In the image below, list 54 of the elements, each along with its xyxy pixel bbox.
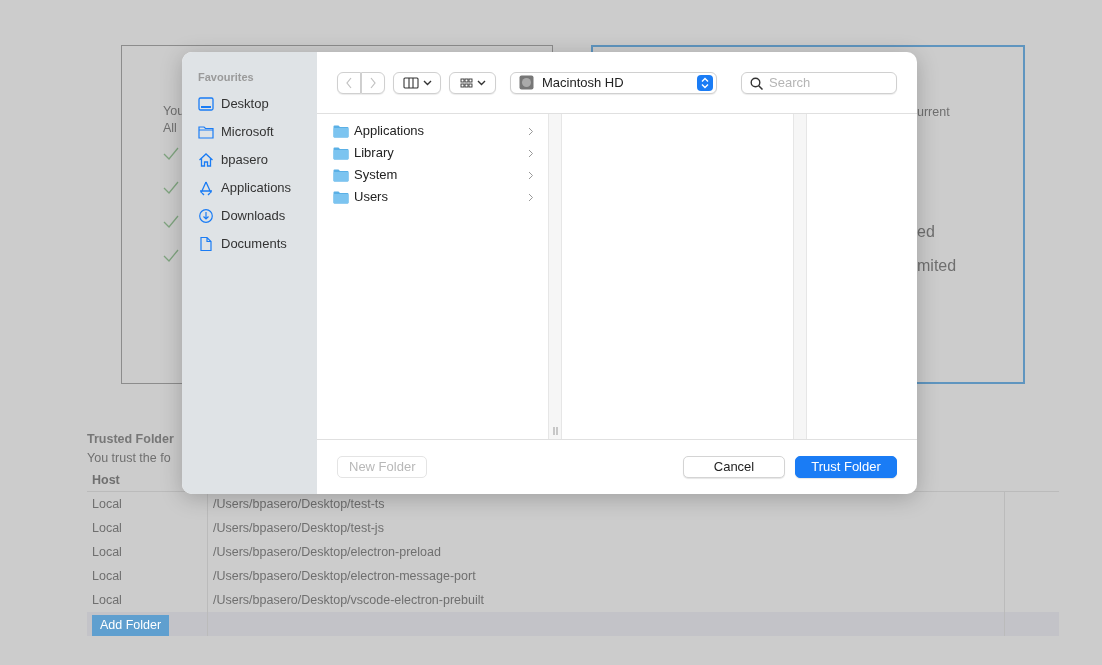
panel-text: ed — [917, 223, 935, 240]
chevron-right-icon — [528, 192, 534, 202]
table-cell-text: Local — [91, 495, 123, 513]
disk-icon — [519, 75, 534, 90]
table-cell: /Users/bpasero/Desktop/vscode-electron-prebuilt — [207, 587, 1004, 612]
folder-icon — [333, 190, 349, 204]
table-cell-text: Local — [91, 567, 123, 585]
sidebar-item[interactable]: bpasero — [198, 145, 317, 174]
folder-row[interactable]: Library — [317, 142, 548, 164]
panel-text: mited — [917, 257, 957, 274]
folder-icon — [333, 168, 349, 182]
table-cell: /Users/bpasero/Desktop/electron-message-port — [207, 563, 1004, 588]
location-dropdown[interactable]: Macintosh HD — [510, 71, 717, 94]
folder-row[interactable]: System — [317, 164, 548, 186]
folder-row[interactable]: Users — [317, 186, 548, 208]
chevron-right-icon — [528, 126, 534, 136]
chevron-right-icon — [528, 148, 534, 158]
table-cell: /Users/bpasero/Desktop/test-js — [207, 515, 1004, 540]
compass-icon — [198, 179, 214, 196]
table-cell-text: Local — [91, 543, 123, 561]
caret-icon — [476, 79, 486, 86]
search-field[interactable]: Search — [741, 71, 897, 94]
folder-row[interactable]: Applications — [317, 120, 548, 142]
stepper-icon — [697, 74, 713, 91]
sidebar-item[interactable]: Applications — [198, 173, 317, 202]
section-description: You trust the fo — [87, 449, 171, 467]
search-icon — [750, 76, 763, 90]
caret-icon — [422, 79, 432, 86]
sidebar-item[interactable]: Microsoft — [198, 117, 317, 146]
download-icon — [198, 207, 214, 224]
chevron-right-icon — [528, 170, 534, 180]
home-icon — [198, 151, 214, 168]
table-cell-text: Local — [91, 591, 123, 609]
table-cell: /Users/bpasero/Desktop/electron-preload — [207, 539, 1004, 564]
sidebar-item[interactable]: Desktop — [198, 89, 317, 118]
desktop-icon — [198, 95, 214, 112]
panel-text: All — [163, 120, 177, 137]
sidebar-heading: Favourites — [198, 70, 255, 85]
panel-text: urrent — [917, 104, 950, 121]
sidebar-item[interactable]: Documents — [198, 229, 317, 258]
folder-icon — [333, 124, 349, 138]
group-button[interactable] — [449, 71, 496, 94]
folder-icon — [198, 123, 214, 140]
folder-icon — [333, 146, 349, 160]
document-icon — [198, 235, 214, 252]
table-cell-text: Local — [91, 519, 123, 537]
confirm-button[interactable]: Trust Folder — [795, 456, 897, 478]
section-title: Trusted Folder — [87, 431, 174, 448]
resize-handle-icon[interactable] — [552, 427, 558, 435]
cancel-button[interactable]: Cancel — [683, 456, 785, 478]
view-button[interactable] — [393, 71, 441, 94]
columns-icon — [402, 76, 419, 89]
sidebar-item[interactable]: Downloads — [198, 201, 317, 230]
grid-icon — [459, 77, 473, 88]
